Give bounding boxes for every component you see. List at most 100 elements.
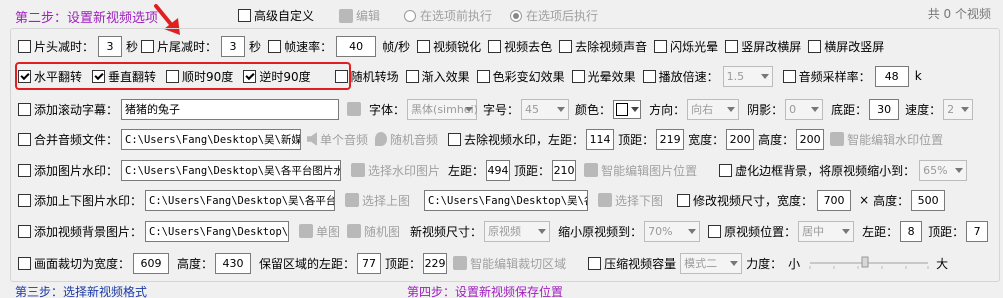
vertical-flip[interactable]: 垂直翻转 xyxy=(92,68,156,85)
strength-slider[interactable] xyxy=(808,256,930,270)
position-select[interactable]: 居中 xyxy=(798,220,855,242)
updown-watermark[interactable]: 添加上下图片水印： xyxy=(18,192,142,209)
flash-halo-checkbox[interactable] xyxy=(654,39,668,53)
frame-rate-input[interactable]: 40 xyxy=(336,35,377,57)
image-watermark-checkbox[interactable] xyxy=(18,163,31,177)
merge-audio[interactable]: 合并音频文件： xyxy=(18,131,118,148)
rotate-ccw-checkbox[interactable] xyxy=(243,69,257,83)
background-image-checkbox[interactable] xyxy=(18,224,31,238)
bottom-input[interactable]: 30 xyxy=(869,98,900,120)
audio-path-input[interactable]: C:\Users\Fang\Desktop\吴\新媒 xyxy=(121,128,302,150)
font-size-select[interactable]: 45 xyxy=(521,98,570,120)
horizontal-flip[interactable]: 水平翻转 xyxy=(18,68,82,85)
select-bottom-image-button[interactable]: 选择下图 xyxy=(598,192,663,209)
tail-trim-input[interactable]: 3 xyxy=(221,35,246,57)
single-audio-button[interactable]: 单个音频 xyxy=(307,131,368,148)
compress-checkbox[interactable] xyxy=(588,256,602,270)
sharpen[interactable]: 视频锐化 xyxy=(417,38,481,55)
vertical-to-horizontal[interactable]: 竖屏改横屏 xyxy=(725,38,801,55)
sample-rate-checkbox[interactable] xyxy=(782,69,796,83)
flash-halo[interactable]: 闪烁光晕 xyxy=(654,38,718,55)
before-radio-circle[interactable] xyxy=(404,9,416,22)
shrink-percent-select[interactable]: 65% xyxy=(919,159,968,181)
select-top-image-button[interactable]: 选择上图 xyxy=(345,192,410,209)
scroll-subtitle[interactable]: 添加滚动字幕： xyxy=(18,101,118,118)
playback-speed-checkbox[interactable] xyxy=(642,69,656,83)
fade-in[interactable]: 渐入效果 xyxy=(405,68,470,85)
rotate-cw-90[interactable]: 顺时90度 xyxy=(166,68,233,85)
compress-video[interactable]: 压缩视频容量 xyxy=(588,255,676,272)
bg-top-input[interactable]: 7 xyxy=(966,220,989,242)
after-option-radio[interactable]: 在选项后执行 xyxy=(510,7,598,24)
new-size-select[interactable]: 原视频 xyxy=(484,220,551,242)
crop-left-input[interactable]: 77 xyxy=(357,252,382,274)
head-trim-input[interactable]: 3 xyxy=(98,35,123,57)
crop-checkbox[interactable] xyxy=(18,256,31,270)
random-transition[interactable]: 随机转场 xyxy=(334,68,399,85)
compress-mode-select[interactable]: 模式二 xyxy=(680,252,743,274)
before-option-radio[interactable]: 在选项前执行 xyxy=(404,7,492,24)
crop-height-input[interactable]: 430 xyxy=(215,252,252,274)
resize-height-input[interactable]: 500 xyxy=(911,189,946,211)
crop-width-input[interactable]: 609 xyxy=(133,252,170,274)
remove-audio[interactable]: 去除视频声音 xyxy=(559,38,647,55)
scroll-subtitle-checkbox[interactable] xyxy=(18,102,31,116)
frame-rate-checkbox[interactable] xyxy=(268,39,282,53)
remove-watermark[interactable]: 去除视频水印，左距： xyxy=(448,131,584,148)
rotate-ccw-90[interactable]: 逆时90度 xyxy=(243,68,311,85)
bottom-image-path-input[interactable]: C:\Users\Fang\Desktop\吴\各 xyxy=(424,189,589,211)
scroll-speed-select[interactable]: 2 xyxy=(943,98,974,120)
subtitle-settings-icon[interactable] xyxy=(347,102,362,116)
horizontal-flip-checkbox[interactable] xyxy=(18,69,31,83)
tail-trim-checkbox[interactable] xyxy=(141,39,155,53)
image-watermark[interactable]: 添加图片水印： xyxy=(18,162,118,179)
shadow-select[interactable]: 0 xyxy=(785,98,824,120)
background-path-input[interactable]: C:\Users\Fang\Desktop\吴 xyxy=(145,220,290,242)
h2v-checkbox[interactable] xyxy=(808,39,822,53)
remove-watermark-checkbox[interactable] xyxy=(448,132,462,146)
img-top-input[interactable]: 210 xyxy=(552,159,577,181)
shrink-select[interactable]: 70% xyxy=(644,220,701,242)
background-image[interactable]: 添加视频背景图片： xyxy=(18,223,142,240)
halo-checkbox[interactable] xyxy=(571,69,585,83)
subtitle-text-input[interactable]: 猪猪的兔子 xyxy=(121,98,340,120)
frame-rate[interactable]: 帧速率： xyxy=(268,38,332,55)
wm-height-input[interactable]: 200 xyxy=(796,128,825,150)
crop[interactable]: 画面裁切为宽度： xyxy=(18,255,130,272)
watermark-path-input[interactable]: C:\Users\Fang\Desktop\吴\各平台图片水 xyxy=(121,159,342,181)
original-position[interactable]: 原视频位置： xyxy=(708,223,796,240)
head-trim[interactable]: 片头减时： xyxy=(18,38,94,55)
font-select[interactable]: 黑体(simhei) xyxy=(407,98,478,120)
sharpen-checkbox[interactable] xyxy=(417,39,431,53)
top-image-path-input[interactable]: C:\Users\Fang\Desktop\吴\各平台 xyxy=(145,189,336,211)
wm-top-input[interactable]: 219 xyxy=(656,128,685,150)
wm-width-input[interactable]: 200 xyxy=(726,128,755,150)
smart-edit-watermark-button[interactable]: 智能编辑水印位置 xyxy=(830,131,943,148)
img-left-input[interactable]: 494 xyxy=(486,159,511,181)
fade-in-checkbox[interactable] xyxy=(405,69,419,83)
playback-speed-select[interactable]: 1.5 xyxy=(722,65,773,87)
merge-audio-checkbox[interactable] xyxy=(18,132,31,146)
original-position-checkbox[interactable] xyxy=(708,224,722,238)
random-image-button[interactable]: 随机图 xyxy=(347,223,400,240)
remove-audio-checkbox[interactable] xyxy=(559,39,573,53)
tail-trim[interactable]: 片尾减时： xyxy=(141,38,217,55)
head-trim-checkbox[interactable] xyxy=(18,39,31,53)
resize-video[interactable]: 修改视频尺寸，宽度： xyxy=(677,192,813,209)
blur-border[interactable]: 虚化边框背景，将原视频缩小到： xyxy=(719,162,915,179)
select-watermark-button[interactable]: 选择水印图片 xyxy=(351,162,440,179)
random-audio-button[interactable]: 随机音频 xyxy=(375,131,438,148)
wm-left-input[interactable]: 114 xyxy=(586,128,615,150)
blur-border-checkbox[interactable] xyxy=(719,163,733,177)
after-radio-circle[interactable] xyxy=(510,9,522,22)
vertical-flip-checkbox[interactable] xyxy=(92,69,106,83)
color-change[interactable]: 色彩变幻效果 xyxy=(476,68,565,85)
decolor-checkbox[interactable] xyxy=(488,39,502,53)
playback-speed[interactable]: 播放倍速： xyxy=(642,68,719,85)
advanced-custom[interactable]: 高级自定义 xyxy=(238,7,314,24)
advanced-checkbox[interactable] xyxy=(238,9,251,22)
crop-top-input[interactable]: 229 xyxy=(423,252,448,274)
resize-width-input[interactable]: 700 xyxy=(817,189,852,211)
bg-left-input[interactable]: 8 xyxy=(900,220,923,242)
horizontal-to-vertical[interactable]: 横屏改竖屏 xyxy=(808,38,884,55)
